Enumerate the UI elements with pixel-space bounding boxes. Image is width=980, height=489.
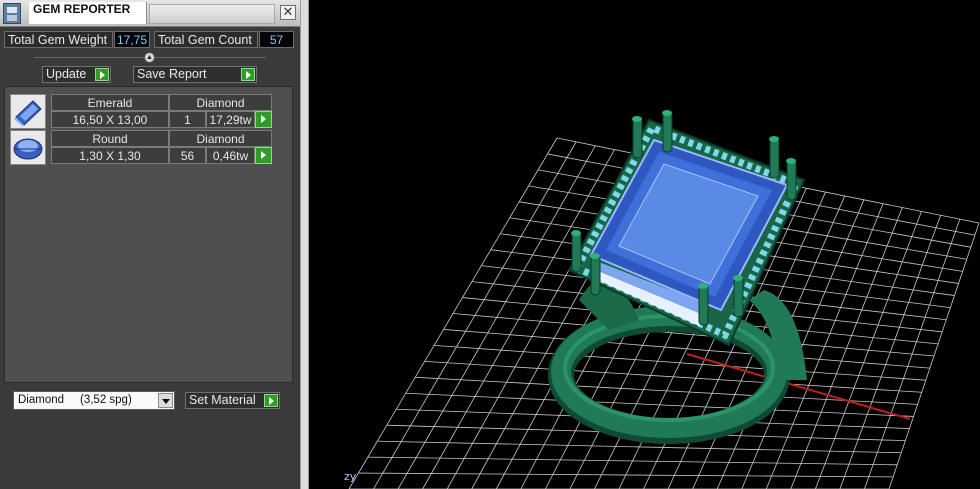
total-gem-count-value: 57 <box>259 31 294 48</box>
gem-material: Diamond <box>169 130 272 147</box>
play-arrow-icon[interactable] <box>255 111 272 128</box>
axes-indicator: zy <box>344 470 357 483</box>
play-arrow-icon[interactable] <box>264 394 278 407</box>
save-report-button[interactable]: Save Report <box>133 66 257 83</box>
panel-splitter[interactable] <box>300 0 309 489</box>
gem-size: 1,30 X 1,30 <box>51 147 169 164</box>
total-gem-count-label: Total Gem Count <box>154 31 258 48</box>
grid-line <box>814 211 922 489</box>
grid-line <box>415 376 918 405</box>
total-gem-weight-value: 17,75 <box>114 31 150 48</box>
grid-line <box>443 329 930 369</box>
viewport-scene <box>348 110 980 489</box>
3d-viewport[interactable]: zy <box>309 0 980 489</box>
chevron-down-icon[interactable] <box>158 393 173 408</box>
grid-line <box>790 207 903 489</box>
set-material-button-label: Set Material <box>189 393 256 407</box>
grid-line <box>377 440 902 454</box>
grid-line <box>864 219 961 489</box>
gem-count: 56 <box>169 147 206 164</box>
window-title: GEM REPORTER <box>29 2 147 24</box>
grid-line <box>405 392 914 417</box>
gem-row-emerald[interactable]: Emerald Diamond 16,50 X 13,00 1 17,29tw <box>10 94 272 130</box>
play-arrow-icon[interactable] <box>255 147 272 164</box>
gem-shape: Emerald <box>51 94 169 111</box>
play-arrow-icon[interactable] <box>95 68 109 81</box>
grid-line <box>424 360 922 393</box>
set-material-button[interactable]: Set Material <box>185 392 280 409</box>
gem-material: Diamond <box>169 94 272 111</box>
gem-shape: Round <box>51 130 169 147</box>
collapse-up-icon[interactable]: ▲ <box>144 52 155 63</box>
gem-list[interactable]: Emerald Diamond 16,50 X 13,00 1 17,29tw … <box>4 86 293 383</box>
close-icon[interactable]: ✕ <box>280 5 296 20</box>
grid-line <box>888 222 980 489</box>
gem-weight: 17,29tw <box>206 111 255 128</box>
gem-reporter-app-icon <box>3 3 21 24</box>
title-bar-drag-area[interactable] <box>149 4 275 24</box>
gem-row-round[interactable]: Round Diamond 1,30 X 1,30 56 0,46tw <box>10 130 272 166</box>
gem-size: 16,50 X 13,00 <box>51 111 169 128</box>
grid-line <box>434 345 926 381</box>
gem-weight: 0,46tw <box>206 147 255 164</box>
update-button-label: Update <box>46 67 87 81</box>
material-dropdown-value: Diamond (3,52 spg) <box>18 394 132 406</box>
grid-line <box>839 215 942 489</box>
title-bar[interactable]: GEM REPORTER ✕ <box>0 0 300 27</box>
total-gem-weight-label: Total Gem Weight <box>4 31 113 48</box>
save-report-button-label: Save Report <box>137 67 207 81</box>
update-button[interactable]: Update <box>42 66 111 83</box>
gem-count: 1 <box>169 111 206 128</box>
grid-line <box>358 472 894 478</box>
gem-reporter-panel: GEM REPORTER ✕ Total Gem Weight 17,75 To… <box>0 0 300 489</box>
play-arrow-icon[interactable] <box>241 68 255 81</box>
grid-line <box>367 456 898 466</box>
emerald-cut-icon <box>10 94 46 129</box>
round-cut-icon <box>10 130 46 165</box>
material-dropdown[interactable]: Diamond (3,52 spg) <box>13 391 175 410</box>
